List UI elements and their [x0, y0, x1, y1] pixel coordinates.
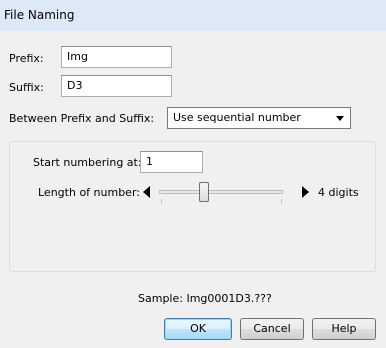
help-button[interactable]: Help: [312, 318, 376, 340]
between-select-value: Use sequential number: [173, 111, 301, 124]
window-title: File Naming: [4, 8, 75, 22]
between-label: Between Prefix and Suffix:: [9, 112, 155, 125]
suffix-label: Suffix:: [9, 81, 44, 94]
title-bar[interactable]: File Naming: [0, 0, 386, 31]
ok-button[interactable]: OK: [164, 318, 232, 340]
suffix-input[interactable]: D3: [61, 75, 172, 97]
length-digits-text: 4 digits: [318, 186, 359, 199]
length-slider-track[interactable]: [159, 190, 283, 194]
prefix-input[interactable]: Img: [61, 46, 172, 68]
dropdown-arrow-icon: [336, 116, 344, 121]
decrease-arrow-icon[interactable]: [143, 186, 150, 198]
slider-tick: [161, 199, 162, 204]
prefix-label: Prefix:: [9, 52, 44, 65]
cancel-button[interactable]: Cancel: [240, 318, 304, 340]
start-numbering-label: Start numbering at:: [33, 156, 142, 169]
slider-tick: [281, 199, 282, 204]
increase-arrow-icon[interactable]: [302, 186, 309, 198]
start-numbering-input[interactable]: 1: [140, 151, 203, 173]
length-label: Length of number:: [38, 186, 140, 199]
length-slider-thumb[interactable]: [199, 182, 209, 202]
between-select[interactable]: Use sequential number: [167, 107, 351, 129]
sample-text: Sample: Img0001D3.???: [138, 292, 272, 305]
